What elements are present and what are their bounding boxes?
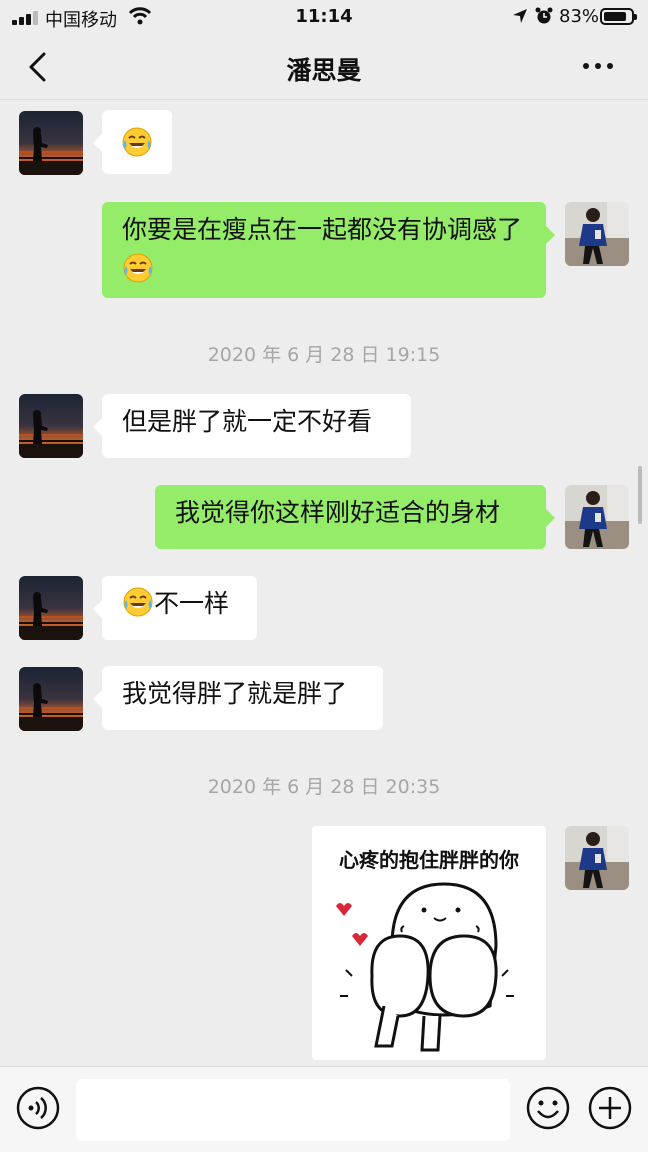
outgoing-message[interactable]: 我觉得你这样刚好适合的身材: [155, 485, 555, 549]
message-input[interactable]: [76, 1079, 510, 1141]
input-bar: [0, 1066, 648, 1152]
incoming-message[interactable]: [93, 110, 172, 174]
self-avatar[interactable]: [565, 202, 629, 266]
contact-avatar[interactable]: [19, 111, 83, 175]
message-text: 你要是在瘦点在一起都没有协调感了: [122, 215, 523, 244]
tears-of-joy-emoji-icon: [121, 126, 153, 158]
emoji-icon[interactable]: [526, 1086, 570, 1130]
self-avatar[interactable]: [565, 485, 629, 549]
location-icon: [513, 9, 527, 23]
battery-icon: [600, 8, 637, 25]
self-avatar[interactable]: [565, 826, 629, 890]
tears-of-joy-emoji-icon: [122, 586, 154, 618]
more-dots-icon[interactable]: [576, 54, 620, 78]
battery-percent: 83%: [559, 6, 600, 27]
incoming-message[interactable]: 我觉得胖了就是胖了: [93, 666, 383, 730]
voice-icon[interactable]: [16, 1086, 60, 1130]
chat-title: 潘思曼: [286, 56, 362, 85]
alarm-icon: [535, 7, 553, 24]
message-text: 我觉得你这样刚好适合的身材: [175, 498, 501, 527]
timestamp: 2020 年 6 月 28 日 20:35: [207, 776, 441, 798]
incoming-message[interactable]: 但是胖了就一定不好看: [93, 394, 411, 458]
timestamp: 2020 年 6 月 28 日 19:15: [207, 344, 441, 366]
message-text: 我觉得胖了就是胖了: [122, 679, 348, 708]
message-text: 不一样: [154, 589, 230, 618]
hugging-blob-sticker-image: [336, 882, 514, 1052]
contact-avatar[interactable]: [19, 576, 83, 640]
scrollbar[interactable]: [638, 466, 642, 524]
message-text: 但是胖了就一定不好看: [122, 407, 373, 436]
chat-header: 潘思曼: [0, 34, 648, 100]
sticker-message[interactable]: 心疼的抱住胖胖的你: [312, 826, 546, 1060]
status-bar: 中国移动 11:14 83%: [0, 0, 648, 34]
tears-of-joy-emoji-icon: [122, 252, 154, 284]
contact-avatar[interactable]: [19, 394, 83, 458]
contact-avatar[interactable]: [19, 667, 83, 731]
outgoing-message[interactable]: 你要是在瘦点在一起都没有协调感了: [102, 202, 555, 298]
incoming-message[interactable]: 不一样: [93, 576, 257, 640]
plus-icon[interactable]: [588, 1086, 632, 1130]
